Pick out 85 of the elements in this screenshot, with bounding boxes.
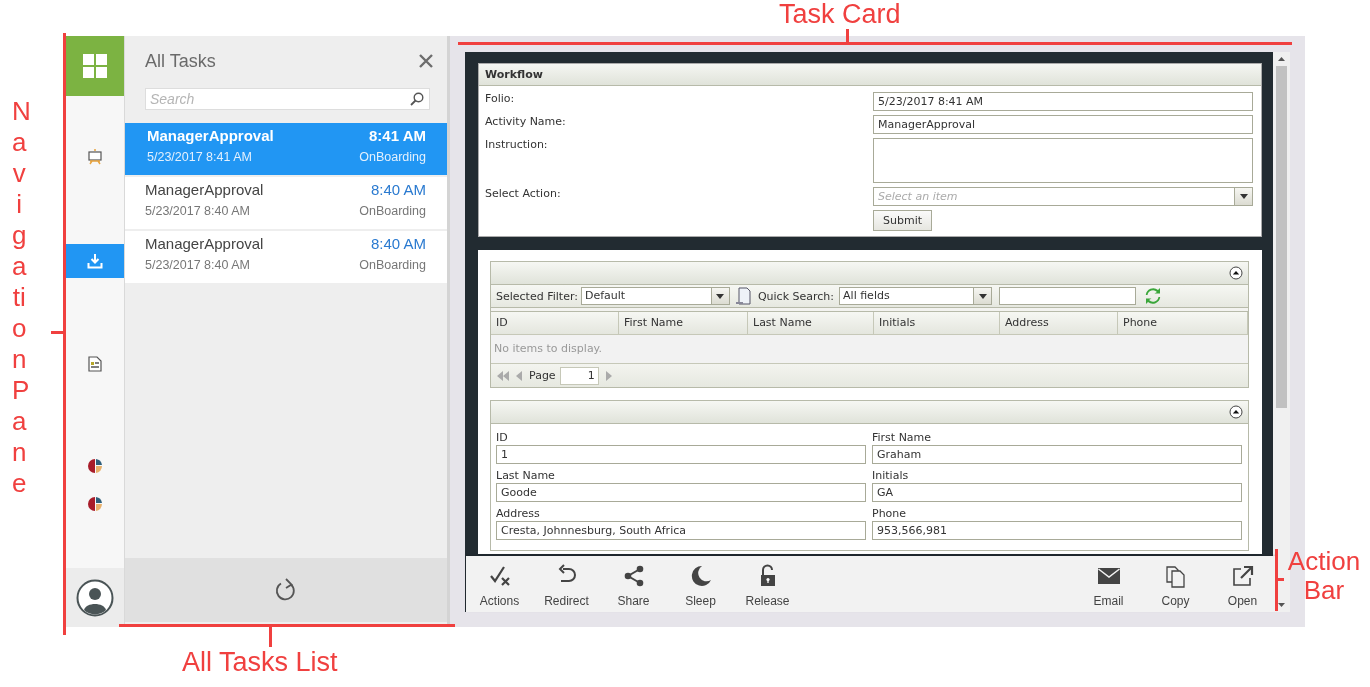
input-field[interactable]: Goode [496,483,866,502]
task-process: OnBoarding [359,258,426,272]
task-date: 5/23/2017 8:40 AM [145,258,250,272]
input-field[interactable]: ManagerApproval [873,115,1253,134]
input-field[interactable]: 953,566,981 [872,521,1242,540]
annotation-label: Navigation Pane [12,96,27,499]
page-field[interactable]: 1 [559,366,599,385]
scrollbar-thumb[interactable] [1276,66,1287,408]
filter-dropdown[interactable]: Default [580,287,730,305]
task-date: 5/23/2017 8:40 AM [145,204,250,218]
close-icon[interactable] [418,53,434,69]
scrollbar[interactable] [1273,52,1290,612]
task-process: OnBoarding [359,150,426,164]
input-field[interactable]: Graham [872,445,1242,464]
first-page-icon[interactable] [497,370,509,381]
task-item[interactable]: ManagerApproval 8:40 AM 5/23/2017 8:40 AM OnBoarding [125,177,447,229]
annotation-bracket [1275,549,1284,611]
field-label: Initials [872,468,910,483]
document-icon [88,356,102,372]
field-label: ID [496,430,509,445]
caret-icon [716,293,725,299]
task-name: ManagerApproval [147,127,274,144]
task-time: 8:40 AM [370,235,426,252]
nav-item[interactable] [66,568,124,627]
action-button[interactable]: Copy [1142,556,1209,612]
refresh-icon[interactable] [1145,288,1162,304]
task-name: ManagerApproval [145,235,264,252]
quick-search-label: Quick Search: [757,289,835,303]
copy-icon [1163,564,1188,588]
scroll-down-icon[interactable] [1278,603,1285,607]
scroll-up-icon[interactable] [1278,57,1285,61]
pie-chart-icon [87,458,103,474]
text-area[interactable] [873,138,1253,183]
open-button[interactable]: Open [1209,556,1276,612]
input-field[interactable]: 5/23/2017 8:41 AM [873,92,1253,111]
task-item[interactable]: ManagerApproval 8:40 AM 5/23/2017 8:40 AM OnBoarding [125,231,447,283]
action-button[interactable]: Sleep [667,556,734,612]
document-icon[interactable] [734,287,753,305]
field-label: Instruction: [485,138,549,151]
task-time: 8:40 AM [370,181,426,198]
search-field[interactable] [999,287,1137,305]
download-icon [87,253,103,269]
field-label: First Name [872,430,933,445]
submit-button[interactable]: Submit [873,210,933,231]
pie-chart-icon [87,496,103,512]
panel-title: All Tasks [145,50,216,72]
field-label: Activity Name: [485,115,567,128]
task-name: ManagerApproval [145,181,264,198]
refresh-icon[interactable] [274,577,298,603]
task-date: 5/23/2017 8:41 AM [147,150,252,164]
input-field[interactable]: Cresta, Johnnesburg, South Africa [496,521,866,540]
caret-icon [1239,194,1248,199]
action-button[interactable]: Redirect [533,556,600,612]
field-label: Address [496,506,541,521]
field-label: Select Action: [485,187,562,200]
avatar-icon [76,578,114,617]
field-label: Phone [872,506,908,521]
next-page-icon[interactable] [605,370,612,381]
field-label: Last Name [496,468,556,483]
previous-page-icon[interactable] [516,370,522,381]
action-button[interactable]: Actions [466,556,533,612]
search-icon[interactable] [410,92,424,106]
check-cross-icon [487,564,512,588]
filter-label: Selected Filter: [496,289,578,303]
easel-icon [87,149,103,165]
annotation-label: Action Bar [1286,547,1362,605]
field-label: Folio: [485,92,516,105]
external-link-icon [1230,564,1255,588]
grid-icon [82,53,108,79]
caret-icon [978,293,987,299]
action-button[interactable]: Release [734,556,801,612]
empty-message: No items to display. [494,342,603,355]
collapse-icon[interactable] [1229,266,1243,280]
task-process: OnBoarding [359,204,426,218]
search-dropdown[interactable]: All fields [839,287,993,305]
panel-header: Workflow [479,64,1261,86]
annotation-label: Task Card [779,1,901,28]
action-button[interactable]: Email [1075,556,1142,612]
annotation-label: All Tasks List [182,649,338,676]
collapse-icon[interactable] [1229,405,1243,419]
page-label: Page [529,369,556,382]
task-time: 8:41 AM [369,127,426,144]
input-field[interactable]: GA [872,483,1242,502]
input-field[interactable]: 1 [496,445,866,464]
action-button[interactable]: Share [600,556,667,612]
